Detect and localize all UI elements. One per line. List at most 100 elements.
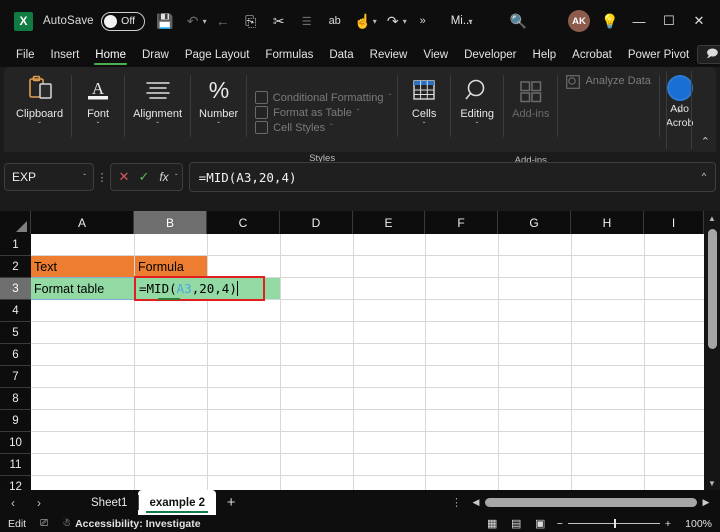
tab-file[interactable]: File <box>8 46 43 64</box>
zoom-thumb[interactable] <box>614 519 616 528</box>
chevron-down-icon[interactable]: ˇ <box>423 121 426 130</box>
scroll-left-icon[interactable]: ◀ <box>470 497 482 508</box>
row-header-7[interactable]: 7 <box>0 366 31 388</box>
insert-function-icon[interactable]: fx <box>155 170 173 184</box>
comments-button[interactable]: 🗩 <box>697 45 720 64</box>
tab-page-layout[interactable]: Page Layout <box>177 46 258 64</box>
conditional-formatting-button[interactable]: Conditional Formatting ˇ <box>255 91 391 104</box>
chevron-down-icon[interactable]: ˇ <box>476 121 479 130</box>
tab-view[interactable]: View <box>415 46 456 64</box>
next-sheet-icon[interactable]: › <box>26 490 52 515</box>
sheet-tab-sheet1[interactable]: Sheet1 <box>80 490 138 515</box>
zoom-track[interactable] <box>568 523 660 524</box>
ribbon-group-editing[interactable]: Editing ˇ <box>451 71 503 152</box>
tab-help[interactable]: Help <box>525 46 565 64</box>
more-commands-icon[interactable]: » <box>410 8 436 34</box>
zoom-slider[interactable]: − + <box>557 518 671 530</box>
expand-formula-bar-icon[interactable]: ⌃ <box>701 172 707 183</box>
tab-acrobat[interactable]: Acrobat <box>564 46 620 64</box>
column-header-i[interactable]: I <box>644 211 704 234</box>
tab-review[interactable]: Review <box>362 46 416 64</box>
copy-icon[interactable]: ⎘ <box>238 8 264 34</box>
chevron-down-icon[interactable]: ˇ <box>97 121 100 130</box>
normal-view-icon[interactable]: ▦ <box>485 518 500 530</box>
chevron-down-icon[interactable]: ˇ <box>83 173 86 182</box>
row-header-3[interactable]: 3 <box>0 278 31 300</box>
row-header-11[interactable]: 11 <box>0 454 31 476</box>
ribbon-group-number[interactable]: % Number ˇ <box>191 71 246 152</box>
vertical-scroll-thumb[interactable] <box>708 229 717 349</box>
save-icon[interactable]: 💾 <box>152 8 178 34</box>
horizontal-scroll-thumb[interactable] <box>485 498 697 507</box>
record-macro-button[interactable]: ⎚ <box>40 518 48 529</box>
row-header-9[interactable]: 9 <box>0 410 31 432</box>
undo-icon[interactable]: ↶ <box>180 8 206 34</box>
accessibility-status[interactable]: ☃ Accessibility: Investigate <box>62 518 200 530</box>
row-header-5[interactable]: 5 <box>0 322 31 344</box>
name-box[interactable]: EXP ˇ <box>4 163 94 191</box>
avatar[interactable]: AK <box>568 10 590 32</box>
autosave-toggle[interactable]: Off <box>101 12 145 31</box>
column-header-f[interactable]: F <box>425 211 498 234</box>
tab-power-pivot[interactable]: Power Pivot <box>620 46 697 64</box>
tab-developer[interactable]: Developer <box>456 46 524 64</box>
previous-sheet-icon[interactable]: ‹ <box>0 490 26 515</box>
column-header-b[interactable]: B <box>134 211 207 234</box>
sheet-tab-example-2[interactable]: example 2 <box>138 490 216 515</box>
zoom-level-label[interactable]: 100% <box>680 518 712 530</box>
ribbon-group-font[interactable]: A Font ˇ <box>72 71 124 152</box>
chart-icon[interactable]: ☰ <box>294 8 320 34</box>
row-header-6[interactable]: 6 <box>0 344 31 366</box>
analyze-data-button[interactable]: Analyze Data <box>558 71 658 152</box>
page-break-view-icon[interactable]: ▣ <box>533 518 548 530</box>
add-sheet-button[interactable]: + <box>216 490 246 515</box>
tab-home[interactable]: Home <box>87 46 134 64</box>
back-icon[interactable]: ← <box>210 8 236 34</box>
row-header-8[interactable]: 8 <box>0 388 31 410</box>
chevron-down-icon[interactable]: ˇ <box>175 173 178 182</box>
column-header-a[interactable]: A <box>31 211 134 234</box>
format-as-table-button[interactable]: Format as Table ˇ <box>255 106 391 119</box>
redo-icon[interactable]: ↷ <box>380 8 406 34</box>
ribbon-group-alignment[interactable]: Alignment ˇ <box>125 71 190 152</box>
formula-input[interactable]: =MID(A3,20,4) ⌃ <box>189 162 716 192</box>
scroll-up-icon[interactable]: ▲ <box>704 211 720 225</box>
ribbon-overflow-button[interactable]: › <box>666 71 692 149</box>
row-header-10[interactable]: 10 <box>0 432 31 454</box>
scroll-down-icon[interactable]: ▼ <box>704 476 720 490</box>
enter-formula-icon[interactable]: ✓ <box>135 169 153 185</box>
tab-insert[interactable]: Insert <box>43 46 88 64</box>
row-header-4[interactable]: 4 <box>0 300 31 322</box>
cell-a2[interactable]: Text <box>31 256 134 277</box>
cell-b3-editor[interactable]: =MID(A3,20,4) <box>134 276 265 301</box>
column-header-d[interactable]: D <box>280 211 353 234</box>
page-layout-view-icon[interactable]: ▤ <box>509 518 524 530</box>
select-all-corner[interactable] <box>0 211 31 234</box>
column-header-e[interactable]: E <box>353 211 425 234</box>
worksheet-cells[interactable]: Text Formula Format table =MID(A3,20,4) <box>31 234 704 490</box>
document-dropdown-icon[interactable]: ▾ <box>468 17 472 26</box>
scroll-right-icon[interactable]: ▶ <box>700 497 712 508</box>
spelling-icon[interactable]: ab <box>322 8 348 34</box>
sheet-options-icon[interactable]: ⋮ <box>443 496 470 509</box>
cancel-formula-icon[interactable]: ✕ <box>115 169 133 185</box>
ribbon-group-clipboard[interactable]: Clipboard ˇ <box>8 71 71 152</box>
formula-bar-options-icon[interactable]: ⋮ <box>94 171 110 184</box>
minimize-button[interactable]: — <box>624 6 654 36</box>
ribbon-group-add-ins[interactable]: Add-ins Add-ins <box>504 71 557 152</box>
row-header-2[interactable]: 2 <box>0 256 31 278</box>
cut-icon[interactable]: ✂ <box>266 8 292 34</box>
close-button[interactable]: ✕ <box>684 6 714 36</box>
tab-draw[interactable]: Draw <box>134 46 177 64</box>
column-header-h[interactable]: H <box>571 211 644 234</box>
touch-mode-icon[interactable]: ☝ <box>350 8 376 34</box>
ribbon-group-cells[interactable]: Cells ˇ <box>398 71 450 152</box>
zoom-out-button[interactable]: − <box>557 518 563 530</box>
collapse-ribbon-icon[interactable]: ⌃ <box>701 135 710 148</box>
chevron-down-icon[interactable]: ˇ <box>217 121 220 130</box>
cell-styles-button[interactable]: Cell Styles ˇ <box>255 121 391 134</box>
vertical-scrollbar[interactable]: ▲ ▼ <box>704 211 720 490</box>
tell-me-icon[interactable]: 💡 <box>597 8 623 34</box>
column-header-g[interactable]: G <box>498 211 571 234</box>
chevron-down-icon[interactable]: ˇ <box>38 121 41 130</box>
